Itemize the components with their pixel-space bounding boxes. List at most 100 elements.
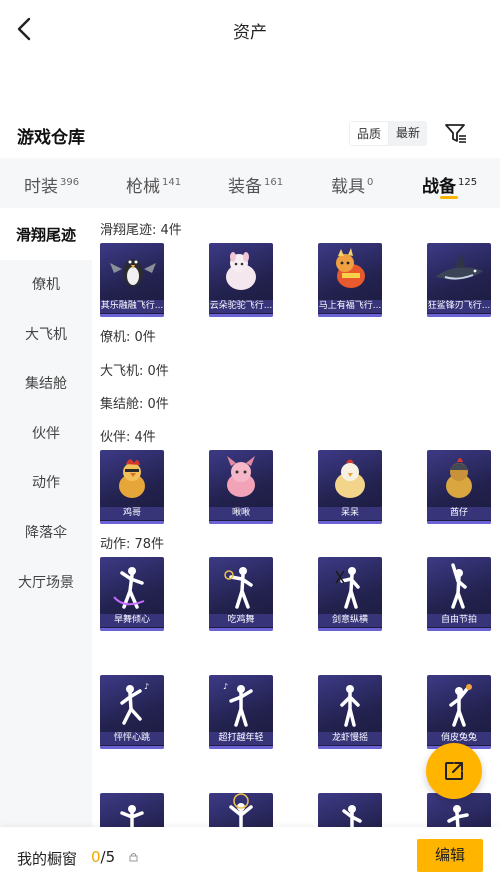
dancer-emote-image bbox=[342, 805, 362, 830]
rarity-bar bbox=[209, 314, 273, 317]
chick-partner-image bbox=[335, 459, 365, 498]
showcase-label: 我的橱窗 bbox=[17, 850, 78, 868]
item-card[interactable]: 旱舞倾心 bbox=[100, 557, 164, 631]
alpaca-trail-image bbox=[226, 252, 256, 290]
rarity-bar bbox=[318, 521, 382, 524]
tab-label: 装备 bbox=[228, 177, 262, 197]
tab-battle-gear[interactable]: 战备 125 bbox=[422, 172, 477, 197]
tab-label: 载具 bbox=[331, 177, 365, 197]
filter-icon bbox=[445, 124, 466, 143]
shark-trail-image bbox=[435, 253, 483, 280]
share-button[interactable] bbox=[426, 743, 482, 799]
item-card[interactable] bbox=[318, 793, 382, 830]
item-card[interactable]: 呆呆 bbox=[318, 450, 382, 524]
asset-page: 资产 游戏仓库 品质 最新 时装 396 枪械 141 装备 161 载具 0 战备 12… bbox=[0, 0, 500, 885]
item-card[interactable]: 吃鸡舞 bbox=[209, 557, 273, 631]
item-name: 剑意纵横 bbox=[318, 614, 382, 627]
sidebar-item-parachute[interactable]: 降落伞 bbox=[0, 508, 92, 558]
page-title: 资产 bbox=[233, 23, 267, 43]
subcategory-sidebar: 滑翔尾迹 僚机 大飞机 集结舱 伙伴 动作 降落伞 大厅场景 bbox=[0, 210, 92, 830]
item-card[interactable]: 剑意纵横 bbox=[318, 557, 382, 631]
item-name: 啾啾 bbox=[209, 507, 273, 520]
svg-text:♪: ♪ bbox=[223, 682, 228, 691]
item-card[interactable]: 龙虾慢摇 bbox=[318, 675, 382, 749]
sidebar-item-wingman[interactable]: 僚机 bbox=[0, 260, 92, 310]
rarity-bar bbox=[100, 314, 164, 317]
rarity-bar bbox=[318, 746, 382, 749]
tab-count: 161 bbox=[264, 177, 284, 188]
tab-equipment[interactable]: 装备 161 bbox=[228, 172, 283, 197]
item-card[interactable]: 酋仔 bbox=[427, 450, 491, 524]
rarity-bar bbox=[427, 521, 491, 524]
sidebar-item-emote[interactable]: 动作 bbox=[0, 458, 92, 508]
section-label-emote: 动作: 78件 bbox=[100, 537, 165, 552]
sidebar-item-trail[interactable]: 滑翔尾迹 bbox=[0, 210, 92, 260]
item-name: 其乐融融飞行... bbox=[100, 300, 164, 313]
rarity-bar bbox=[100, 628, 164, 631]
tab-label: 战备 bbox=[422, 177, 456, 197]
tab-guns[interactable]: 枪械 141 bbox=[126, 172, 181, 197]
item-card[interactable]: ♪ 超打越年轻 bbox=[209, 675, 273, 749]
sort-quality-option[interactable]: 品质 bbox=[349, 121, 390, 146]
dancer-emote-image bbox=[335, 567, 360, 609]
dancer-emote-image bbox=[449, 684, 472, 727]
showcase-current: 0 bbox=[91, 848, 101, 866]
sidebar-item-plane[interactable]: 大飞机 bbox=[0, 310, 92, 360]
section-label-plane: 大飞机: 0件 bbox=[100, 364, 169, 379]
chicken-partner-image bbox=[119, 459, 145, 498]
tab-fashion[interactable]: 时装 396 bbox=[24, 172, 79, 197]
item-card[interactable] bbox=[100, 793, 164, 830]
item-card[interactable]: 俏皮兔兔 bbox=[427, 675, 491, 749]
rarity-bar bbox=[427, 628, 491, 631]
penguin-trail-image bbox=[110, 259, 156, 287]
helmet-partner-image bbox=[446, 458, 472, 498]
item-card[interactable]: 狂鲨锋刃飞行... bbox=[427, 243, 491, 317]
item-card[interactable]: 自由节拍 bbox=[427, 557, 491, 631]
sort-newest-option[interactable]: 最新 bbox=[389, 121, 427, 146]
tab-label: 时装 bbox=[24, 177, 58, 197]
sidebar-item-pod[interactable]: 集结舱 bbox=[0, 359, 92, 409]
rarity-bar bbox=[318, 314, 382, 317]
share-icon bbox=[445, 762, 463, 780]
item-name: 旱舞倾心 bbox=[100, 614, 164, 627]
lock-icon[interactable] bbox=[129, 852, 138, 862]
showcase-total: /5 bbox=[100, 848, 116, 866]
rarity-bar bbox=[427, 314, 491, 317]
item-name: 马上有福飞行... bbox=[318, 300, 382, 313]
tab-vehicles[interactable]: 载具 0 bbox=[331, 172, 373, 197]
rarity-bar bbox=[209, 628, 273, 631]
section-label-trail: 滑翔尾迹: 4件 bbox=[100, 223, 182, 238]
active-tab-indicator bbox=[440, 196, 458, 199]
edit-button[interactable]: 编辑 bbox=[417, 839, 483, 872]
item-name: 吃鸡舞 bbox=[209, 614, 273, 627]
dancer-emote-image: ♪ bbox=[223, 682, 253, 727]
dancer-emote-image bbox=[113, 567, 145, 609]
showcase-count: 0/5 bbox=[91, 848, 115, 866]
sort-toggle: 品质 最新 bbox=[349, 121, 428, 146]
section-label-partner: 伙伴: 4件 bbox=[100, 430, 156, 445]
item-grid: 滑翔尾迹: 4件 其乐融融飞行... 云朵驼驼飞行... 马上有福飞行... 狂… bbox=[92, 210, 500, 830]
showcase-bar: 我的橱窗 0/5 编辑 bbox=[0, 827, 500, 885]
item-card[interactable]: 鸡哥 bbox=[100, 450, 164, 524]
item-card[interactable]: 其乐融融飞行... bbox=[100, 243, 164, 317]
item-name: 自由节拍 bbox=[427, 614, 491, 627]
dancer-emote-image bbox=[451, 563, 467, 609]
svg-text:♪: ♪ bbox=[144, 682, 149, 691]
pink-pet-partner-image bbox=[227, 456, 255, 497]
item-card[interactable]: 啾啾 bbox=[209, 450, 273, 524]
dancer-emote-image bbox=[340, 685, 360, 727]
dancer-emote-image bbox=[224, 567, 253, 609]
item-name: 龙虾慢摇 bbox=[318, 732, 382, 745]
item-card[interactable]: 云朵驼驼飞行... bbox=[209, 243, 273, 317]
tab-count: 125 bbox=[458, 177, 478, 188]
tab-count: 141 bbox=[162, 177, 182, 188]
item-name: 呆呆 bbox=[318, 507, 382, 520]
sidebar-item-partner[interactable]: 伙伴 bbox=[0, 409, 92, 459]
item-card[interactable]: 马上有福飞行... bbox=[318, 243, 382, 317]
item-card[interactable]: ♪ 怦怦心跳 bbox=[100, 675, 164, 749]
item-card[interactable] bbox=[209, 793, 273, 830]
sidebar-item-lobby-scene[interactable]: 大厅场景 bbox=[0, 558, 92, 608]
item-name: 云朵驼驼飞行... bbox=[209, 300, 273, 313]
tab-count: 0 bbox=[367, 177, 374, 188]
filter-button[interactable] bbox=[444, 121, 468, 145]
